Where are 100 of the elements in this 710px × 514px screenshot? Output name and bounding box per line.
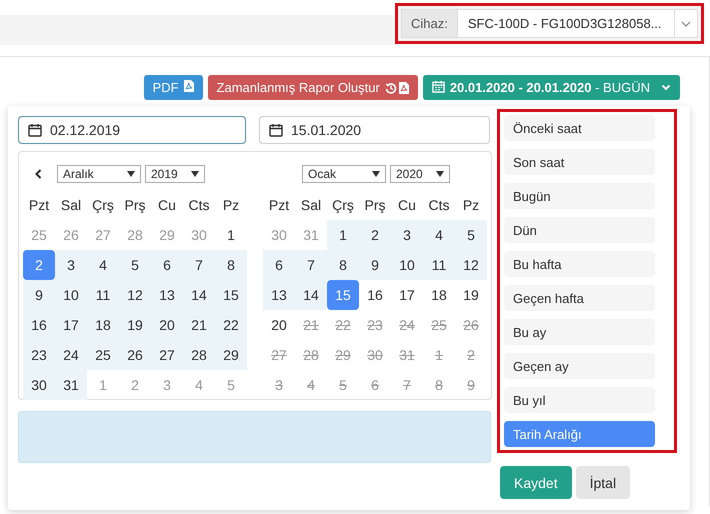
calendar-day[interactable]: 1 [327, 220, 359, 250]
calendar-day[interactable]: 8 [215, 250, 247, 280]
calendar-day: 7 [391, 370, 423, 400]
range-option[interactable]: Önceki saat [504, 115, 655, 141]
calendar-day[interactable]: 3 [391, 220, 423, 250]
calendar-day: 8 [423, 370, 455, 400]
date-field[interactable]: 02.12.2019 [18, 116, 246, 144]
calendar-day[interactable]: 2 [359, 220, 391, 250]
calendar-day[interactable]: 16 [23, 310, 55, 340]
chevron-down-icon [681, 20, 691, 26]
calendar-day[interactable]: 29 [215, 340, 247, 370]
calendar-day[interactable]: 18 [423, 280, 455, 310]
weekday-label: Pzt [268, 196, 290, 215]
calendar-day[interactable]: 17 [55, 310, 87, 340]
calendar-day: 27 [263, 340, 295, 370]
calendar-day: 31 [391, 340, 423, 370]
calendar-day[interactable]: 11 [423, 250, 455, 280]
calendar-day[interactable]: 19 [119, 310, 151, 340]
calendar-day[interactable]: 6 [263, 250, 295, 280]
calendar-day[interactable]: 13 [151, 280, 183, 310]
calendar-day[interactable]: 23 [23, 340, 55, 370]
range-option[interactable]: Dün [504, 217, 655, 243]
calendar-day[interactable]: 22 [215, 310, 247, 340]
year-select[interactable]: 2020 [390, 165, 450, 183]
weekday-label: Cu [157, 196, 177, 215]
calendar-day[interactable]: 31 [55, 370, 87, 400]
weekday-label: Cts [188, 196, 210, 215]
calendar-day[interactable]: 14 [295, 280, 327, 310]
triangle-down-icon [436, 171, 444, 177]
calendar-day[interactable]: 20 [151, 310, 183, 340]
calendar-day[interactable]: 12 [119, 280, 151, 310]
calendar-day[interactable]: 6 [151, 250, 183, 280]
calendar-icon [269, 123, 283, 137]
device-select[interactable]: SFC-100D - FG100D3G128058... [456, 9, 698, 38]
calendar-day[interactable]: 21 [183, 310, 215, 340]
calendar-day[interactable]: 15 [215, 280, 247, 310]
calendar-day[interactable]: 5 [455, 220, 487, 250]
calendar-day[interactable]: 9 [359, 250, 391, 280]
cancel-button[interactable]: İptal [576, 466, 630, 499]
calendar-day[interactable]: 4 [423, 220, 455, 250]
calendar-day[interactable]: 30 [23, 370, 55, 400]
pdf-file-icon [184, 80, 194, 92]
calendar-day[interactable]: 18 [87, 310, 119, 340]
calendar-day[interactable]: 27 [151, 340, 183, 370]
date-field[interactable]: 15.01.2020 [259, 116, 490, 144]
weekday-label: Prş [364, 196, 386, 215]
calendar-day[interactable]: 10 [391, 250, 423, 280]
scheduled-report-button[interactable]: Zamanlanmış Rapor Oluştur [208, 75, 418, 100]
month-select[interactable]: Ocak [302, 165, 386, 183]
calendar-day[interactable]: 8 [327, 250, 359, 280]
range-option[interactable]: Bu yıl [504, 387, 655, 413]
calendar-day: 29 [327, 340, 359, 370]
calendar-day: 1 [423, 340, 455, 370]
calendar-day[interactable]: 14 [183, 280, 215, 310]
calendar-day: 6 [359, 370, 391, 400]
calendar-day[interactable]: 24 [55, 340, 87, 370]
range-option[interactable]: Son saat [504, 149, 655, 175]
range-option[interactable]: Bugün [504, 183, 655, 209]
range-option[interactable]: Bu ay [504, 319, 655, 345]
calendar-day[interactable]: 4 [87, 250, 119, 280]
calendar-day: 3 [263, 370, 295, 400]
pdf-file-icon [398, 82, 409, 94]
range-option[interactable]: Bu hafta [504, 251, 655, 277]
calendar-day[interactable]: 16 [359, 280, 391, 310]
calendar-day[interactable]: 20 [263, 310, 295, 340]
calendar-day[interactable]: 17 [391, 280, 423, 310]
chevron-left-icon [34, 169, 42, 179]
calendar-day[interactable]: 19 [455, 280, 487, 310]
history-icon [384, 82, 397, 94]
calendar-day: 4 [295, 370, 327, 400]
calendar-day[interactable]: 26 [119, 340, 151, 370]
calendar-day[interactable]: 5 [119, 250, 151, 280]
calendar-day[interactable]: 11 [87, 280, 119, 310]
calendar-day[interactable]: 3 [55, 250, 87, 280]
triangle-down-icon [127, 171, 135, 177]
calendar-day: 21 [295, 310, 327, 340]
calendar-day[interactable]: 12 [455, 250, 487, 280]
weekday-label: Sal [300, 196, 322, 215]
chevron-down-icon [661, 84, 671, 91]
calendar-day[interactable]: 25 [87, 340, 119, 370]
weekday-label: Pzt [28, 196, 50, 215]
calendar-day[interactable]: 1 [215, 220, 247, 250]
range-option[interactable]: Geçen hafta [504, 285, 655, 311]
weekday-label: Pz [462, 196, 480, 215]
calendar-day[interactable]: 7 [183, 250, 215, 280]
calendar-day: 5 [327, 370, 359, 400]
weekday-label: Çrş [91, 196, 115, 215]
range-option[interactable]: Geçen ay [504, 353, 655, 379]
calendar-icon [28, 123, 42, 137]
year-select[interactable]: 2019 [145, 165, 205, 183]
weekday-label: Cts [428, 196, 450, 215]
weekday-label: Prş [124, 196, 146, 215]
calendar-day[interactable]: 10 [55, 280, 87, 310]
month-select[interactable]: Aralık [57, 165, 141, 183]
calendar-day[interactable]: 28 [183, 340, 215, 370]
weekday-label: Sal [60, 196, 82, 215]
calendar-day[interactable]: 13 [263, 280, 295, 310]
calendar-day[interactable]: 9 [23, 280, 55, 310]
calendar-day[interactable]: 7 [295, 250, 327, 280]
calendar-day: 26 [455, 310, 487, 340]
